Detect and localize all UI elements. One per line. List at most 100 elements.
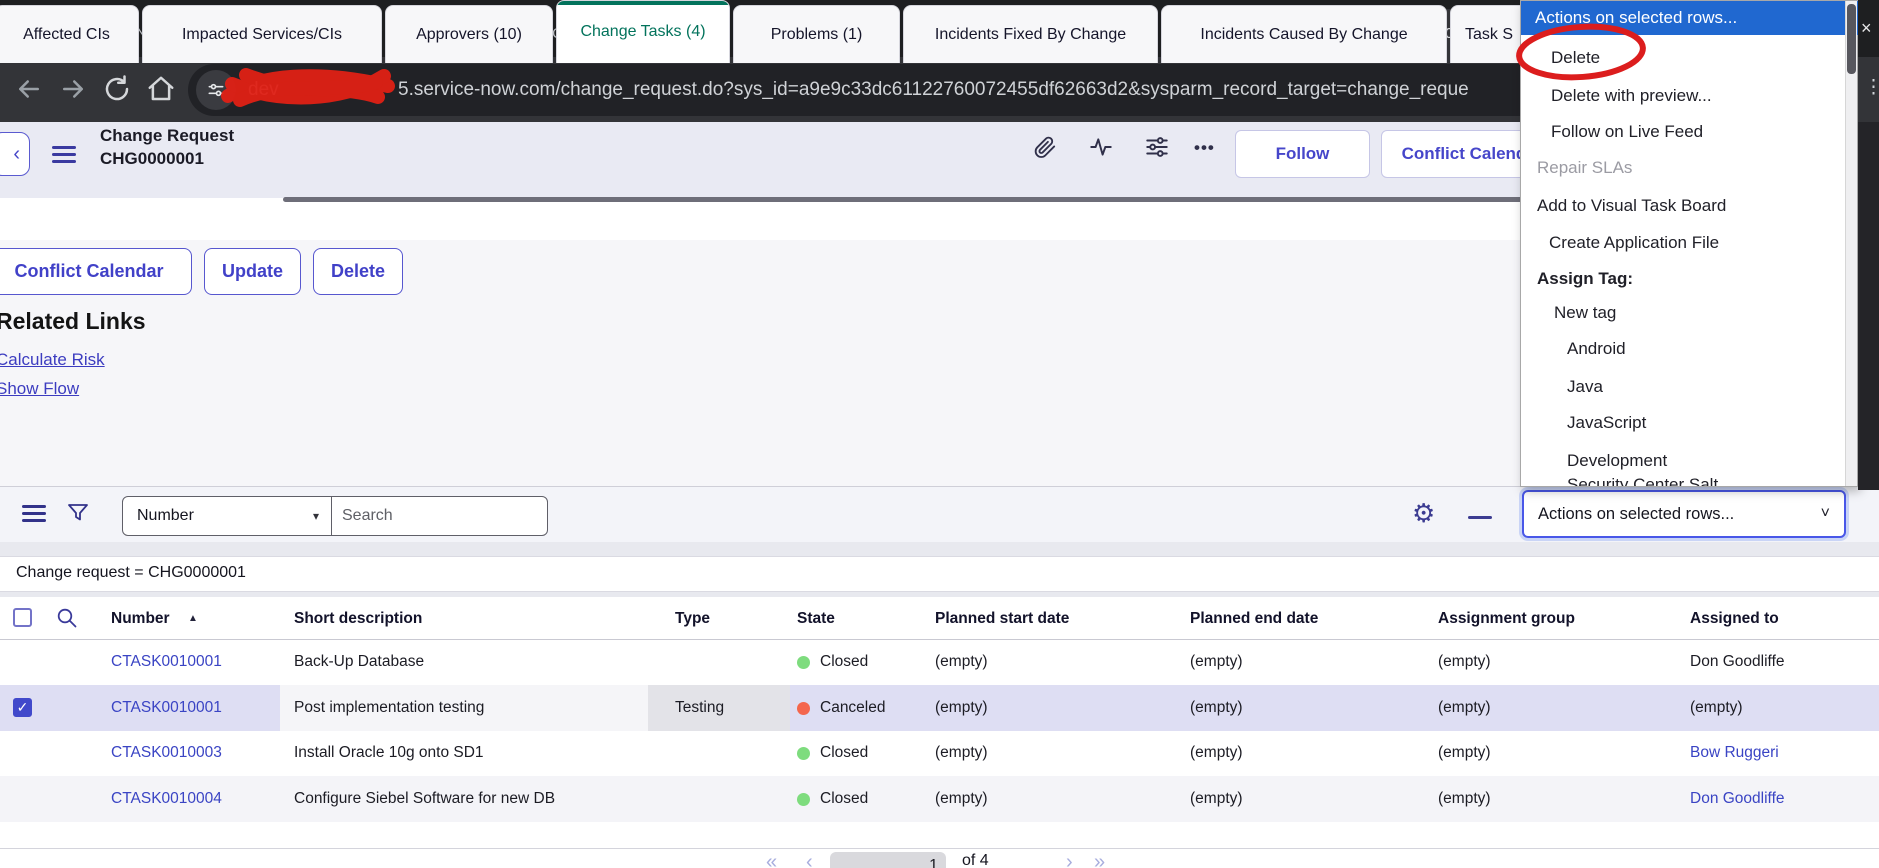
form-context-menu-icon[interactable] xyxy=(52,146,76,149)
follow-button[interactable]: Follow xyxy=(1235,130,1370,178)
task-number-link[interactable]: CTASK0010004 xyxy=(111,790,222,808)
back-to-list-button[interactable]: ‹ xyxy=(0,132,30,176)
tab-approvers[interactable]: Approvers (10) xyxy=(385,5,553,63)
actions-select-value: Actions on selected rows... xyxy=(1538,504,1735,523)
forward-icon[interactable] xyxy=(58,74,88,104)
related-links-heading: Related Links xyxy=(0,308,146,334)
menu-item-tag-development[interactable]: Development xyxy=(1521,444,1879,478)
calculate-risk-link[interactable]: Calculate Risk xyxy=(0,350,105,370)
menu-item-clipped[interactable]: Security Center Salt xyxy=(1521,475,1845,486)
kebab-menu-icon[interactable]: ⋮ xyxy=(1864,76,1879,99)
menu-item-actions-header[interactable]: Actions on selected rows... xyxy=(1521,1,1859,35)
last-page-icon[interactable]: » xyxy=(1094,851,1105,868)
tab-problems[interactable]: Problems (1) xyxy=(733,5,900,63)
more-options-icon[interactable]: ••• xyxy=(1194,138,1215,158)
site-settings-icon[interactable] xyxy=(196,70,236,110)
actions-select[interactable]: Actions on selected rows... ˅ xyxy=(1522,490,1846,538)
type-cell: Testing xyxy=(675,699,725,716)
task-number-link[interactable]: CTASK0010001 xyxy=(111,653,222,671)
assigned-to-cell: (empty) xyxy=(1690,699,1743,716)
chevron-down-icon: ˅ xyxy=(1820,505,1830,522)
column-header-number[interactable]: Number xyxy=(111,610,170,628)
menu-scrollbar-track[interactable] xyxy=(1845,1,1857,486)
next-page-icon[interactable]: › xyxy=(1066,851,1073,868)
state-dot xyxy=(797,747,810,760)
column-header-assigned-to[interactable]: Assigned to xyxy=(1690,610,1779,628)
window-edge-strip: × ⋮ xyxy=(1858,0,1879,490)
menu-item-create-application-file[interactable]: Create Application File xyxy=(1521,226,1873,260)
filter-funnel-icon[interactable] xyxy=(66,501,90,525)
list-search-input[interactable] xyxy=(331,496,548,536)
actions-context-menu: Actions on selected rows... Delete Delet… xyxy=(1520,0,1861,487)
tab-label: Change Tasks (4) xyxy=(580,23,706,40)
state-cell: Closed xyxy=(820,790,869,807)
tab-incidents-caused[interactable]: Incidents Caused By Change xyxy=(1161,5,1447,63)
record-number-label: CHG0000001 xyxy=(100,149,204,168)
assigned-to-link[interactable]: Don Goodliffe xyxy=(1690,653,1785,671)
update-button[interactable]: Update xyxy=(204,248,301,295)
attachment-paperclip-icon[interactable] xyxy=(1032,134,1058,160)
select-all-checkbox[interactable] xyxy=(13,608,32,627)
search-field-selector[interactable]: Number ▾ xyxy=(122,496,332,536)
row-search-icon[interactable] xyxy=(55,606,79,630)
activity-pulse-icon[interactable] xyxy=(1088,134,1114,160)
personalize-sliders-icon[interactable] xyxy=(1144,134,1170,160)
sort-asc-icon[interactable]: ▲ xyxy=(188,613,198,624)
prev-page-icon[interactable]: ‹ xyxy=(806,851,813,868)
short-description-cell: Install Oracle 10g onto SD1 xyxy=(294,744,484,761)
menu-item-tag-java[interactable]: Java xyxy=(1521,370,1879,404)
conflict-calendar-button[interactable]: Conflict Calendar xyxy=(0,248,192,295)
back-icon[interactable] xyxy=(14,74,44,104)
gear-icon[interactable]: ⚙ xyxy=(1412,498,1435,529)
task-number-link[interactable]: CTASK0010001 xyxy=(111,699,222,717)
assigned-to-link[interactable]: Bow Ruggeri xyxy=(1690,744,1779,762)
short-description-cell: Post implementation testing xyxy=(294,699,485,716)
menu-item-follow-live-feed[interactable]: Follow on Live Feed xyxy=(1521,115,1875,149)
column-header-state[interactable]: State xyxy=(797,610,835,628)
collapse-minus-icon[interactable] xyxy=(1468,516,1492,519)
menu-item-tag-javascript[interactable]: JavaScript xyxy=(1521,406,1879,440)
tab-affected-cis[interactable]: Affected CIs xyxy=(0,5,139,63)
menu-item-clipped-label: Security Center Salt xyxy=(1567,475,1719,486)
column-header-assignment-group[interactable]: Assignment group xyxy=(1438,610,1575,628)
page-number-input[interactable] xyxy=(830,852,946,868)
short-description-cell: Configure Siebel Software for new DB xyxy=(294,790,556,807)
list-menu-icon[interactable] xyxy=(22,505,46,508)
column-header-type[interactable]: Type xyxy=(675,610,710,628)
page-of-label: of 4 xyxy=(962,852,989,868)
close-icon[interactable]: × xyxy=(1861,18,1872,39)
planned-start-cell: (empty) xyxy=(935,744,988,761)
assignment-group-cell: (empty) xyxy=(1438,699,1491,716)
assigned-to-link[interactable]: Don Goodliffe xyxy=(1690,790,1785,808)
assignment-group-cell: (empty) xyxy=(1438,744,1491,761)
column-header-planned-start[interactable]: Planned start date xyxy=(935,610,1069,628)
show-flow-link[interactable]: Show Flow xyxy=(0,379,79,399)
task-number-link[interactable]: CTASK0010003 xyxy=(111,744,222,762)
menu-item-delete[interactable]: Delete xyxy=(1521,41,1875,75)
url-prefix[interactable]: dev xyxy=(248,79,279,101)
menu-item-delete-with-preview[interactable]: Delete with preview... xyxy=(1521,79,1875,113)
planned-end-cell: (empty) xyxy=(1190,699,1243,716)
row-checkbox-checked[interactable]: ✓ xyxy=(13,698,32,717)
first-page-icon[interactable]: « xyxy=(766,851,777,868)
tab-impacted-services[interactable]: Impacted Services/CIs xyxy=(142,5,382,63)
planned-end-cell: (empty) xyxy=(1190,653,1243,670)
column-header-short-description[interactable]: Short description xyxy=(294,610,422,628)
breadcrumb[interactable]: Change request = CHG0000001 xyxy=(16,564,246,582)
menu-item-new-tag[interactable]: New tag xyxy=(1521,296,1878,330)
chevron-down-icon: ▾ xyxy=(312,509,319,523)
url-text[interactable]: 5.service-now.com/change_request.do?sys_… xyxy=(398,79,1518,101)
state-cell: Canceled xyxy=(820,699,886,716)
menu-scrollbar-thumb[interactable] xyxy=(1847,4,1856,74)
delete-button[interactable]: Delete xyxy=(313,248,403,295)
home-icon[interactable] xyxy=(146,74,176,104)
planned-start-cell: (empty) xyxy=(935,790,988,807)
tab-change-tasks[interactable]: Change Tasks (4) xyxy=(556,0,730,63)
menu-item-visual-task-board[interactable]: Add to Visual Task Board xyxy=(1521,189,1861,223)
reload-icon[interactable] xyxy=(102,74,132,104)
menu-item-tag-android[interactable]: Android xyxy=(1521,332,1879,366)
tab-incidents-fixed[interactable]: Incidents Fixed By Change xyxy=(903,5,1158,63)
state-dot xyxy=(797,656,810,669)
column-header-planned-end[interactable]: Planned end date xyxy=(1190,610,1318,628)
assignment-group-cell: (empty) xyxy=(1438,790,1491,807)
